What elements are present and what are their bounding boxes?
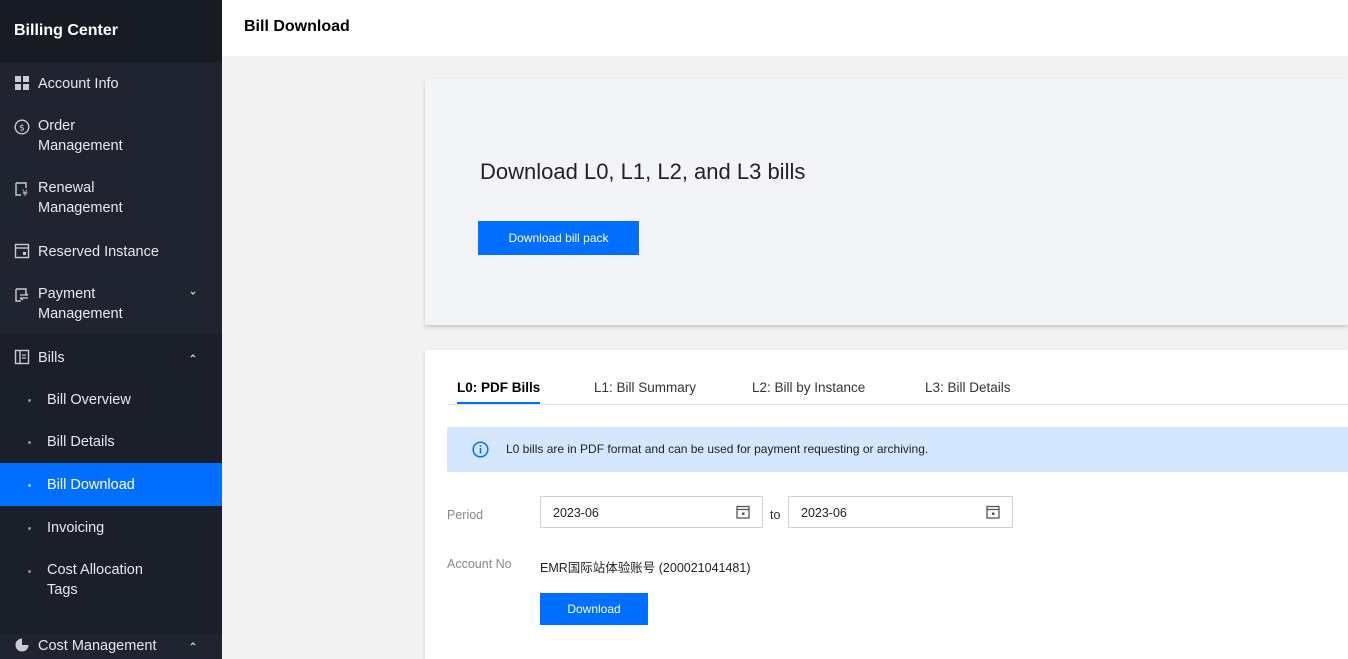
sidebar-item-label: Payment Management <box>38 286 123 322</box>
chevron-down-icon <box>190 291 196 295</box>
period-start-picker[interactable]: 2023-06 <box>540 496 763 528</box>
period-start-value: 2023-06 <box>553 506 599 520</box>
period-to-separator: to <box>770 508 781 522</box>
sidebar-sub-item-bill-details[interactable]: Bill Details <box>0 430 222 454</box>
sidebar-sub-item-cost-allocation-tags[interactable]: Cost Allocation Tags <box>0 560 222 602</box>
sidebar-sub-item-label: Cost Allocation Tags <box>47 562 143 598</box>
tab-l1-bill-summary[interactable]: L1: Bill Summary <box>594 380 696 404</box>
page-title: Bill Download <box>244 18 350 35</box>
sidebar-sub-item-label: Invoicing <box>47 520 105 536</box>
page-header: Bill Download <box>222 0 1348 56</box>
sidebar-item-label: Account Info <box>38 76 119 92</box>
renewal-doc-icon: ¥ <box>15 182 28 197</box>
sidebar-sub-item-label: Bill Download <box>47 477 135 493</box>
tab-l3-bill-details[interactable]: L3: Bill Details <box>925 380 1011 404</box>
bills-doc-icon <box>14 349 30 365</box>
bill-pack-title: Download L0, L1, L2, and L3 bills <box>480 159 806 184</box>
calendar-icon <box>736 505 750 519</box>
sidebar: Billing Center Account Info $ Order Mana… <box>0 0 222 659</box>
sidebar-title: Billing Center <box>0 0 222 62</box>
period-end-picker[interactable]: 2023-06 <box>788 496 1013 528</box>
bullet-dot <box>28 570 31 573</box>
grid-icon <box>15 76 29 90</box>
tab-l0-pdf-bills[interactable]: L0: PDF Bills <box>457 380 541 404</box>
sidebar-item-reserved-instance[interactable]: Reserved Instance <box>0 240 222 264</box>
chevron-up-icon <box>190 354 196 358</box>
account-no-value: EMR国际站体验账号 (200021041481) <box>540 561 751 575</box>
bill-download-card: L0: PDF Bills L1: Bill Summary L2: Bill … <box>425 350 1348 659</box>
sidebar-item-label: Reserved Instance <box>38 244 159 260</box>
bullet-dot <box>28 527 31 530</box>
payment-transfer-icon <box>15 288 29 302</box>
sidebar-item-bills[interactable]: Bills <box>0 346 222 370</box>
sidebar-sub-item-invoicing[interactable]: Invoicing <box>0 516 222 540</box>
chevron-up-icon <box>190 642 196 646</box>
sidebar-item-cost-management[interactable]: Cost Management <box>0 634 222 658</box>
account-no-label: Account No <box>447 557 512 571</box>
period-end-value: 2023-06 <box>801 506 847 520</box>
download-button[interactable]: Download <box>540 593 648 625</box>
download-bill-pack-button[interactable]: Download bill pack <box>478 221 639 255</box>
sidebar-item-renewal-management[interactable]: ¥ Renewal Management <box>0 178 222 220</box>
sidebar-item-order-management[interactable]: $ Order Management <box>0 116 222 158</box>
bill-level-tabs: L0: PDF Bills L1: Bill Summary L2: Bill … <box>447 350 1348 405</box>
bullet-dot <box>28 399 31 402</box>
svg-text:¥: ¥ <box>22 189 28 197</box>
sidebar-item-label: Cost Management <box>38 638 157 654</box>
sidebar-sub-item-label: Bill Overview <box>47 392 131 408</box>
info-text: L0 bills are in PDF format and can be us… <box>506 442 929 456</box>
tab-l2-bill-by-instance[interactable]: L2: Bill by Instance <box>752 380 865 404</box>
svg-text:$: $ <box>19 124 25 134</box>
sidebar-item-account-info[interactable]: Account Info <box>0 72 222 96</box>
bullet-dot <box>28 441 31 444</box>
currency-circle-icon: $ <box>14 119 30 135</box>
sidebar-item-label: Order Management <box>38 118 123 154</box>
sidebar-item-label: Bills <box>38 350 65 366</box>
sidebar-sub-item-label: Bill Details <box>47 434 115 450</box>
period-label: Period <box>447 508 484 522</box>
bill-pack-card: Download L0, L1, L2, and L3 bills Downlo… <box>425 79 1348 325</box>
info-icon <box>472 441 489 458</box>
calendar-box-icon <box>14 243 30 259</box>
sidebar-item-payment-management[interactable]: Payment Management <box>0 284 222 326</box>
sidebar-sub-item-bill-download[interactable]: Bill Download <box>0 463 222 506</box>
sidebar-sub-item-bill-overview[interactable]: Bill Overview <box>0 388 222 412</box>
calendar-icon <box>986 505 1000 519</box>
sidebar-item-label: Renewal Management <box>38 180 123 216</box>
bullet-dot <box>28 483 31 487</box>
info-banner: L0 bills are in PDF format and can be us… <box>447 427 1348 472</box>
pie-chart-icon <box>15 638 29 652</box>
